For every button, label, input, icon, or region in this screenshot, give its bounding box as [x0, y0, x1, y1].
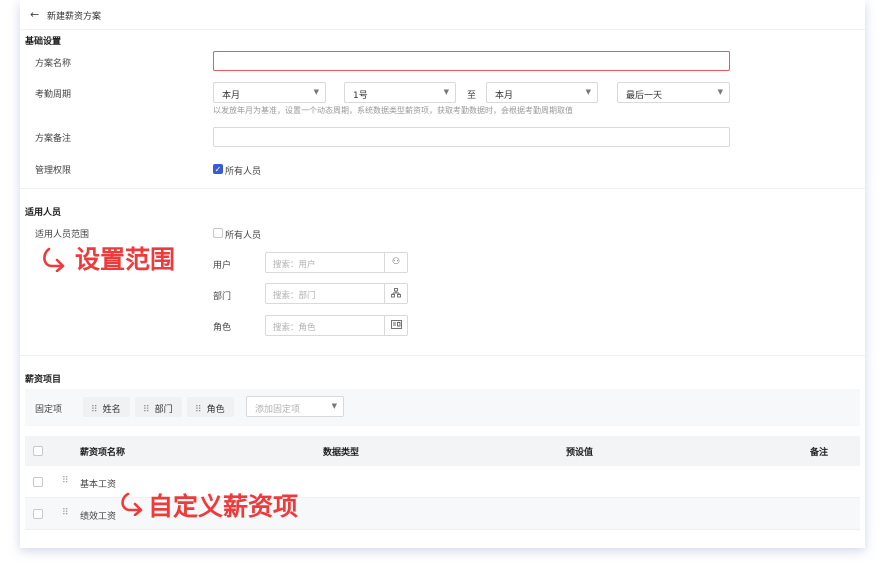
salary-item-name: 基本工资: [80, 480, 117, 490]
role-search-placeholder: 搜索：角色: [273, 323, 316, 333]
plan-name-label: 方案名称: [35, 59, 72, 69]
fixed-tag-label: 部门: [154, 405, 173, 415]
annotation-salary: 自定义薪资项: [148, 492, 299, 521]
arrow-left-icon[interactable]: ←: [30, 8, 39, 21]
user-search-input[interactable]: 搜索：用户 ⚇: [265, 252, 408, 273]
column-header: 数据类型: [323, 448, 360, 458]
caret-down-icon: ▼: [313, 88, 319, 96]
plan-name-input[interactable]: [213, 51, 730, 71]
scope-all-checkbox[interactable]: [213, 228, 223, 238]
remark-label: 方案备注: [35, 134, 72, 144]
user-icon[interactable]: ⚇: [384, 253, 407, 272]
curved-arrow-icon: [121, 492, 143, 516]
period-end-month-value: 本月: [495, 91, 514, 101]
section-title-salary: 薪资项目: [25, 375, 62, 385]
permission-all-label: 所有人员: [225, 167, 262, 177]
period-to-label: 至: [467, 91, 477, 101]
add-fixed-item-select[interactable]: 添加固定项 ▼: [246, 396, 344, 417]
curved-arrow-icon: [43, 247, 65, 272]
period-hint: 以发放年月为基准，设置一个动态周期，系统数据类型薪资项，获取考勤数据时，会根据考…: [213, 106, 573, 115]
period-start-month-value: 本月: [222, 91, 241, 101]
user-label: 用户: [213, 261, 232, 271]
role-label: 角色: [213, 323, 232, 333]
caret-down-icon: ▼: [585, 88, 591, 96]
fixed-items-bar: 固定项 ⠿ 姓名 ⠿ 部门 ⠿ 角色 添加固定项 ▼: [25, 389, 860, 426]
column-header: 备注: [810, 448, 829, 458]
period-end-day-value: 最后一天: [626, 91, 663, 101]
scope-range-label: 适用人员范围: [35, 230, 90, 240]
period-start-day-value: 1号: [353, 91, 368, 101]
drag-handle-icon[interactable]: ⠿: [143, 405, 150, 415]
caret-down-icon: ▼: [443, 88, 449, 96]
salary-plan-form: ← 新建薪资方案 基础设置 方案名称 考勤周期 本月 ▼ 1号 ▼ 至 本月 ▼…: [20, 0, 865, 548]
fixed-tag-dept[interactable]: ⠿ 部门: [135, 397, 182, 417]
permission-label: 管理权限: [35, 166, 72, 176]
caret-down-icon: ▼: [717, 88, 723, 96]
role-search-input[interactable]: 搜索：角色: [265, 315, 408, 336]
id-card-icon[interactable]: [384, 316, 407, 335]
select-all-checkbox[interactable]: [33, 446, 43, 456]
fixed-tag-name[interactable]: ⠿ 姓名: [83, 397, 130, 417]
user-search-placeholder: 搜索：用户: [273, 260, 316, 270]
page-title: 新建薪资方案: [47, 12, 102, 22]
drag-handle-icon[interactable]: ⠿: [62, 476, 69, 486]
fixed-tag-label: 姓名: [102, 405, 121, 415]
divider: [20, 188, 865, 189]
scope-all-label: 所有人员: [225, 231, 262, 241]
column-header: 预设值: [566, 448, 594, 458]
salary-item-name: 绩效工资: [80, 512, 117, 522]
add-fixed-item-placeholder: 添加固定项: [255, 405, 301, 415]
permission-all-checkbox[interactable]: ✓: [213, 164, 223, 174]
drag-handle-icon[interactable]: ⠿: [195, 405, 202, 415]
drag-handle-icon[interactable]: ⠿: [62, 508, 69, 518]
row-checkbox[interactable]: [33, 477, 43, 487]
section-title-basic: 基础设置: [25, 37, 62, 47]
org-chart-icon[interactable]: [384, 284, 407, 303]
drag-handle-icon[interactable]: ⠿: [91, 405, 98, 415]
dept-search-input[interactable]: 搜索：部门: [265, 283, 408, 304]
top-bar: ← 新建薪资方案: [20, 0, 865, 30]
fixed-tag-label: 角色: [206, 405, 225, 415]
annotation-scope: 设置范围: [75, 245, 176, 274]
salary-table-header: 薪资项名称 数据类型 预设值 备注: [25, 436, 860, 466]
period-start-month-select[interactable]: 本月 ▼: [213, 82, 326, 103]
dept-search-placeholder: 搜索：部门: [273, 291, 316, 301]
section-title-scope: 适用人员: [25, 208, 62, 218]
period-end-month-select[interactable]: 本月 ▼: [486, 82, 598, 103]
column-header: 薪资项名称: [80, 448, 126, 458]
divider: [20, 355, 865, 356]
caret-down-icon: ▼: [331, 402, 337, 410]
fixed-items-label: 固定项: [35, 405, 63, 415]
period-label: 考勤周期: [35, 90, 72, 100]
dept-label: 部门: [213, 292, 232, 302]
fixed-tag-role[interactable]: ⠿ 角色: [187, 397, 234, 417]
period-start-day-select[interactable]: 1号 ▼: [344, 82, 456, 103]
row-checkbox[interactable]: [33, 509, 43, 519]
remark-input[interactable]: [213, 127, 730, 147]
period-end-day-select[interactable]: 最后一天 ▼: [617, 82, 730, 103]
